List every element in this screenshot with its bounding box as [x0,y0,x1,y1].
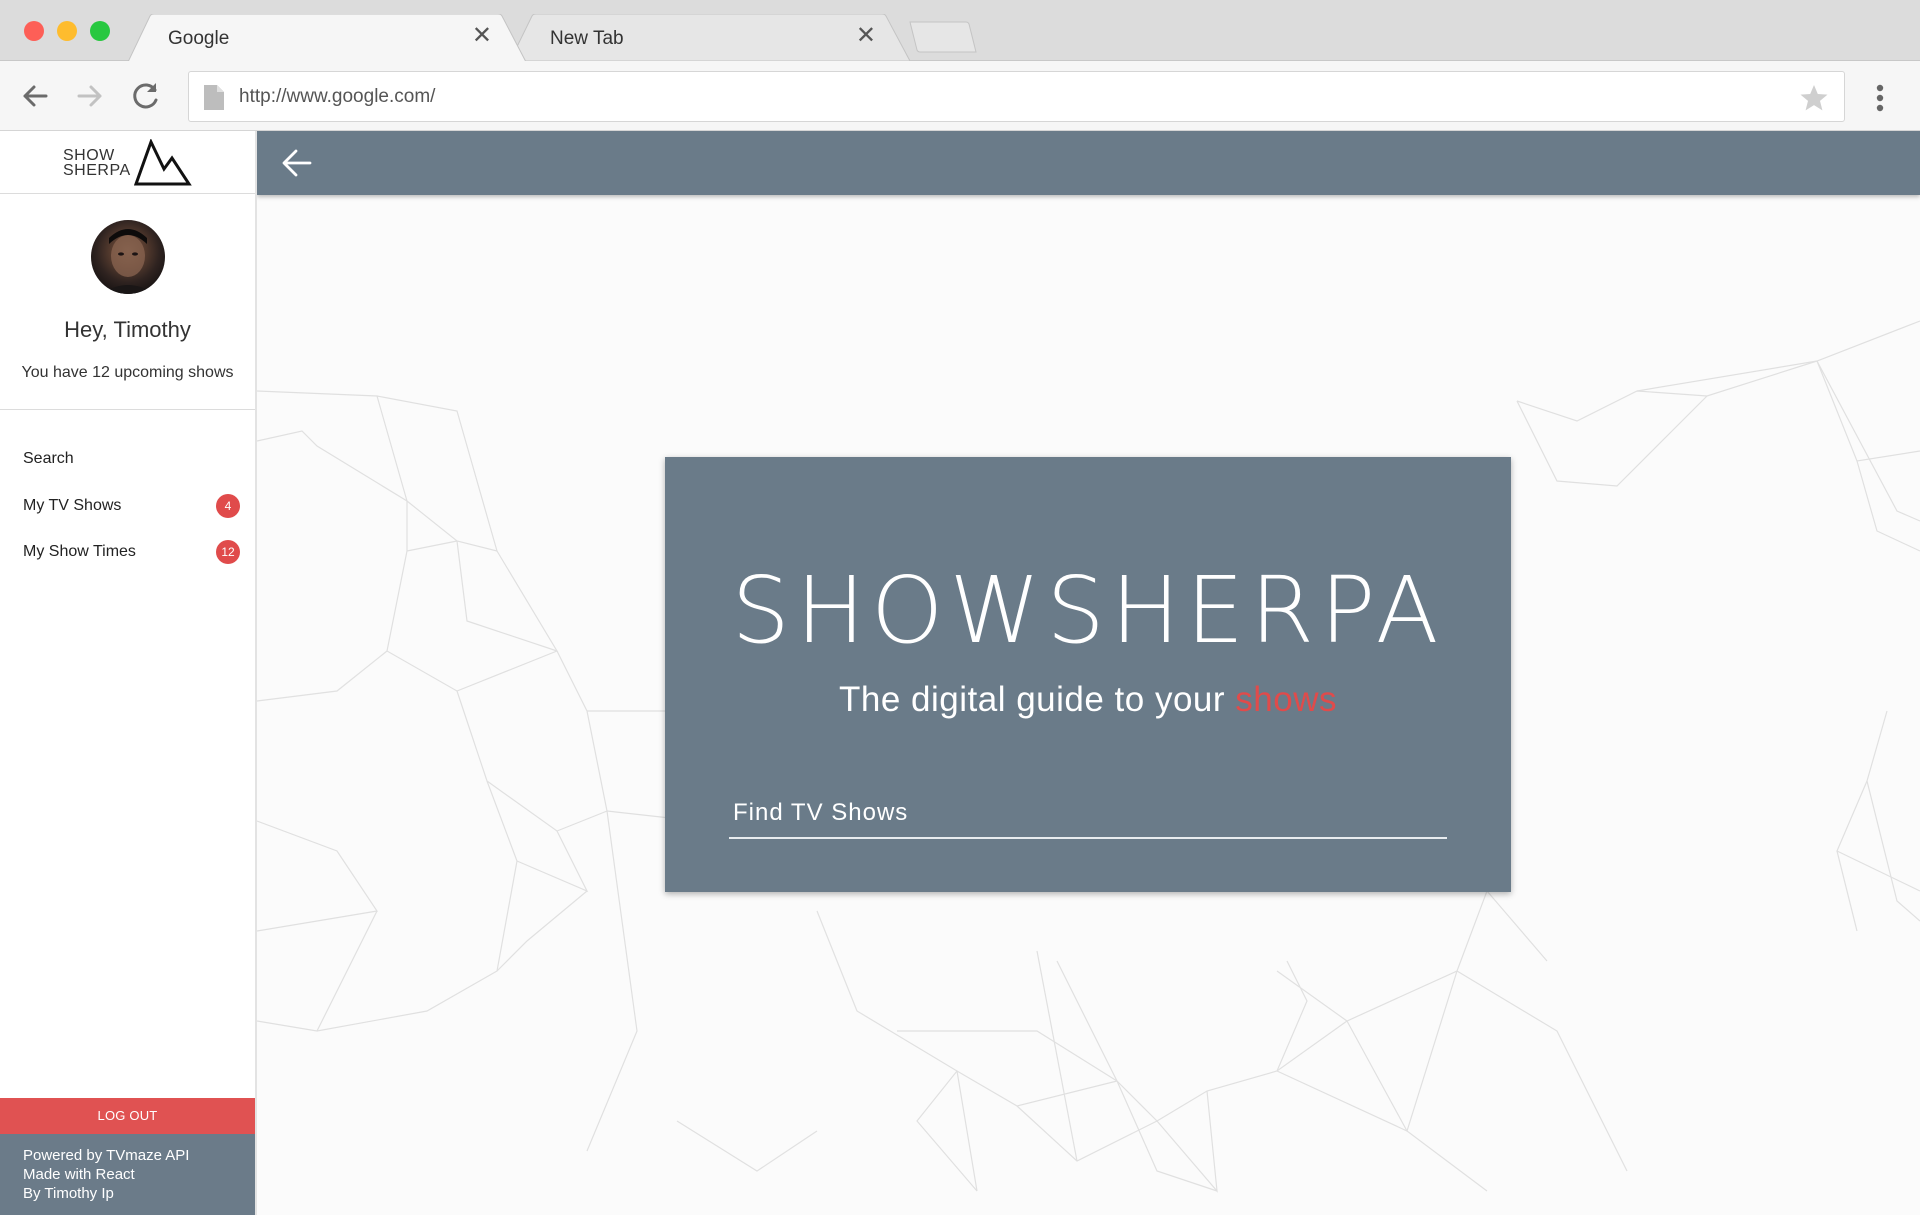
hero-subtitle-text: The digital guide to your [838,680,1236,719]
main-content: SHOWSHERPA The digital guide to your sho… [257,131,1920,1215]
url-text[interactable]: http://www.google.com/ [239,86,435,108]
count-badge: 4 [216,494,240,518]
greeting: Hey, Timothy [64,317,191,342]
arrow-right-icon[interactable] [71,77,109,115]
hero-subtitle: The digital guide to your shows [665,680,1511,720]
tab-title: Google [168,28,230,49]
hero-subtitle-accent: shows [1235,680,1337,719]
sidebar-item-my-tv-shows[interactable]: My TV Shows 4 [0,488,255,526]
tab-new-tab[interactable]: New Tab ✕ [510,14,910,61]
logout-button[interactable]: LOG OUT [0,1098,255,1134]
divider [0,409,255,410]
mountain-logo-icon [134,139,192,186]
close-tab-icon[interactable]: ✕ [856,24,876,48]
arrow-left-icon[interactable] [16,77,54,115]
sidebar: SHOW SHERPA Hey, Timothy You have 12 upc… [0,131,257,1215]
page-icon [204,85,224,110]
minimize-window-button[interactable] [57,21,77,41]
logo-text: SHOW SHERPA [63,147,131,179]
hero-title: SHOWSHERPA [731,557,1445,664]
sidebar-item-label: Search [23,450,74,467]
hero-card: SHOWSHERPA The digital guide to your sho… [665,457,1511,892]
reload-icon[interactable] [127,77,165,115]
sidebar-footer: Powered by TVmaze API Made with React By… [0,1134,255,1215]
sidebar-item-label: My TV Shows [23,497,122,514]
sidebar-item-search[interactable]: Search [0,441,255,479]
app-header [257,131,1920,195]
upcoming-count: You have 12 upcoming shows [21,364,234,381]
user-photo [101,229,155,294]
showsherpa-logo[interactable]: SHOW SHERPA [0,131,255,194]
arrow-left-icon[interactable] [279,146,315,180]
maximize-window-button[interactable] [90,21,110,41]
new-tab-button[interactable] [908,20,978,54]
close-window-button[interactable] [24,21,44,41]
footer-line: Powered by TVmaze API [23,1147,190,1164]
tab-title: New Tab [550,28,624,49]
footer-line: Made with React [23,1166,135,1183]
logo-line-2: SHERPA [63,162,131,179]
sidebar-item-label: My Show Times [23,543,136,560]
sidebar-item-my-show-times[interactable]: My Show Times 12 [0,534,255,572]
browser-toolbar: http://www.google.com/ [0,61,1920,131]
logo-line-1: SHOW [63,147,115,164]
search-placeholder: Find TV Shows [733,799,909,826]
close-tab-icon[interactable]: ✕ [472,24,492,48]
star-icon[interactable] [1798,82,1830,114]
app-viewport: SHOW SHERPA Hey, Timothy You have 12 upc… [0,131,1920,1215]
avatar[interactable] [91,220,165,294]
address-bar[interactable]: http://www.google.com/ [188,71,1845,122]
footer-line: By Timothy Ip [23,1185,114,1202]
kebab-menu-icon[interactable] [1868,81,1892,115]
tab-google[interactable]: Google ✕ [128,14,526,61]
search-input[interactable]: Find TV Shows [729,795,1447,839]
count-badge: 12 [216,540,240,564]
browser-tab-bar: New Tab ✕ Google ✕ [0,0,1920,61]
